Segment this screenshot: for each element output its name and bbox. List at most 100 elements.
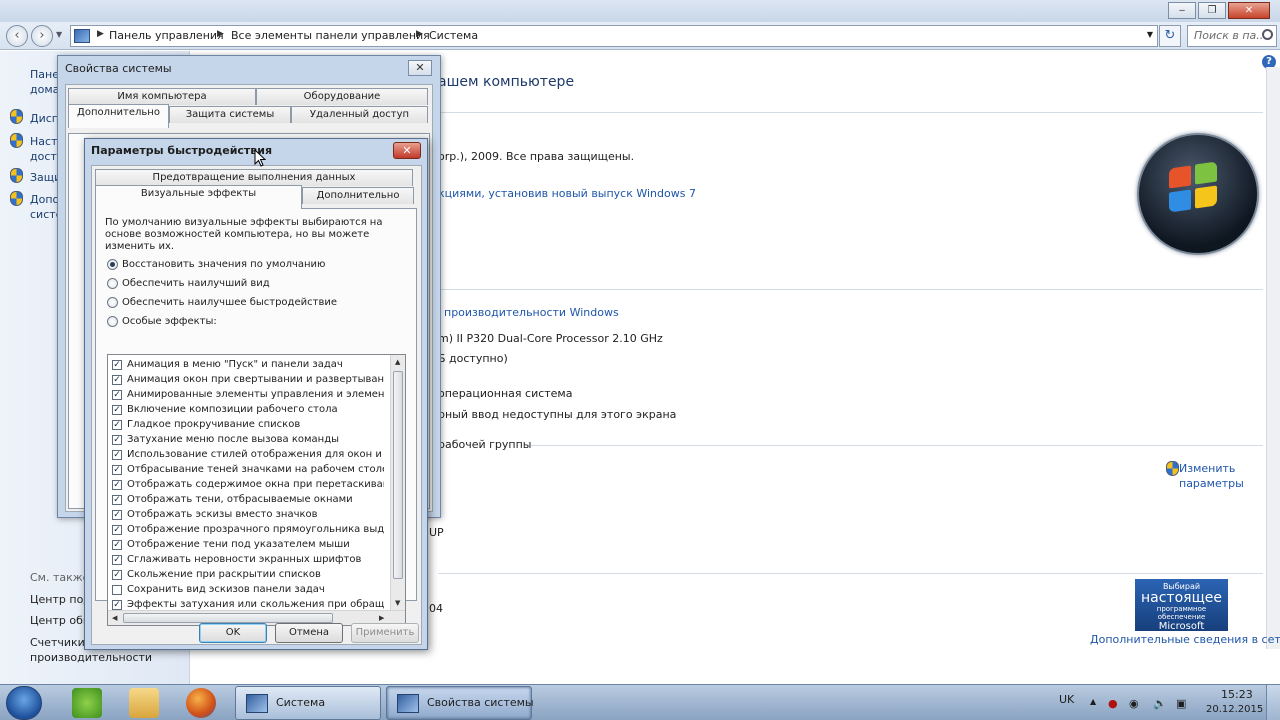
breadcrumb-separator-icon[interactable]: ▶ <box>416 29 423 39</box>
more-info-online-link[interactable]: Дополнительные сведения в сети... <box>1090 633 1280 646</box>
tray-app-icon[interactable]: ● <box>1108 697 1118 710</box>
anytime-upgrade-link[interactable]: кциями, установив новый выпуск Windows 7 <box>438 187 696 200</box>
start-button[interactable] <box>6 686 42 720</box>
checkbox[interactable]: ✓ <box>112 449 122 460</box>
radio-default[interactable]: Восстановить значения по умолчанию <box>107 256 325 272</box>
ok-button[interactable]: OK <box>199 623 267 643</box>
checkbox[interactable]: ✓ <box>112 509 122 520</box>
list-item[interactable]: ✓ Отображать содержимое окна при перетаск… <box>112 477 384 492</box>
utorrent-icon[interactable] <box>72 688 102 718</box>
recent-pages-dropdown-icon[interactable]: ▼ <box>56 30 62 39</box>
breadcrumb-separator-icon[interactable]: ▶ <box>217 29 224 39</box>
close-button[interactable]: ✕ <box>393 142 421 159</box>
radio-button[interactable] <box>107 277 118 289</box>
link-performance-counters-2[interactable]: производительности <box>30 651 152 664</box>
breadcrumb-system[interactable]: Система <box>429 29 478 42</box>
tab-visual-effects[interactable]: Визуальные эффекты <box>95 185 302 209</box>
radio-button[interactable] <box>107 296 118 308</box>
refresh-button[interactable]: ↻ <box>1159 25 1181 47</box>
minimize-button[interactable]: ‒ <box>1168 2 1196 19</box>
radio-custom[interactable]: Особые эффекты: <box>107 313 217 329</box>
checkbox[interactable]: ✓ <box>112 524 122 535</box>
list-item[interactable]: ✓ Отбрасывание теней значками на рабочем … <box>112 462 384 477</box>
list-item[interactable]: ✓ Включение композиции рабочего стола <box>112 402 384 417</box>
checkbox[interactable]: ✓ <box>112 434 122 445</box>
genuine-microsoft-badge[interactable]: Выбирай настоящее программное обеспечени… <box>1135 579 1228 632</box>
show-desktop-button[interactable] <box>1266 685 1280 720</box>
tab-computer-name[interactable]: Имя компьютера <box>68 88 256 105</box>
checkbox[interactable]: ✓ <box>112 464 122 475</box>
breadcrumb-control-panel[interactable]: Панель управления <box>109 29 224 42</box>
close-button[interactable]: ✕ <box>408 60 432 76</box>
task-system-properties[interactable]: Свойства системы <box>386 686 534 720</box>
link-action-center[interactable]: Центр под <box>30 593 91 606</box>
list-item[interactable]: ✓ Скольжение при раскрытии списков <box>112 567 384 582</box>
address-dropdown-icon[interactable]: ▼ <box>1147 30 1153 39</box>
list-item[interactable]: ✓ Гладкое прокручивание списков <box>112 417 384 432</box>
back-button[interactable]: ‹ <box>6 25 28 47</box>
checkbox[interactable]: ✓ <box>112 404 122 415</box>
firefox-icon[interactable] <box>186 688 216 718</box>
language-indicator[interactable]: UK <box>1059 693 1074 706</box>
checkbox[interactable]: ✓ <box>112 494 122 505</box>
checkbox[interactable]: ✓ <box>112 539 122 550</box>
clock-time[interactable]: 15:23 <box>1221 688 1253 701</box>
checkbox[interactable]: ✓ <box>112 389 122 400</box>
list-item[interactable]: ✓ Отображение тени под указателем мыши <box>112 537 384 552</box>
main-scrollbar[interactable] <box>1266 67 1280 649</box>
radio-button[interactable] <box>107 258 118 270</box>
forward-button[interactable]: › <box>31 25 53 47</box>
list-item[interactable]: ✓ Анимация окон при свертывании и разверт… <box>112 372 384 387</box>
breadcrumb-all-items[interactable]: Все элементы панели управления <box>231 29 430 42</box>
list-item[interactable]: ✓ Анимация в меню "Пуск" и панели задач <box>112 357 384 372</box>
tab-advanced[interactable]: Дополнительно <box>302 187 414 204</box>
tab-dep[interactable]: Предотвращение выполнения данных <box>95 169 413 186</box>
list-item[interactable]: ✓ Затухание меню после вызова команды <box>112 432 384 447</box>
list-item[interactable]: Сохранить вид эскизов панели задач <box>112 582 384 597</box>
address-bar[interactable]: ▶ Панель управления ▶ Все элементы панел… <box>70 25 1158 47</box>
maximize-button[interactable]: ❐ <box>1198 2 1226 19</box>
radio-button[interactable] <box>107 315 118 327</box>
volume-icon[interactable]: 🔈 <box>1153 697 1167 710</box>
tab-hardware[interactable]: Оборудование <box>256 88 428 105</box>
vertical-scrollbar[interactable]: ▲ ▼ <box>390 355 405 612</box>
radio-best-appearance[interactable]: Обеспечить наилучший вид <box>107 275 270 291</box>
task-system[interactable]: Система <box>235 686 381 720</box>
folder-icon[interactable] <box>129 688 159 718</box>
checkbox[interactable]: ✓ <box>112 599 122 610</box>
list-item[interactable]: ✓ Отображать эскизы вместо значков <box>112 507 384 522</box>
change-settings-link[interactable]: Изменить параметры <box>1179 461 1244 491</box>
search-icon[interactable] <box>1262 29 1273 40</box>
checkbox[interactable]: ✓ <box>112 554 122 565</box>
scroll-down-icon[interactable]: ▼ <box>395 599 400 607</box>
list-item[interactable]: ✓ Анимированные элементы управления и эле… <box>112 387 384 402</box>
search-input[interactable]: Поиск в па... <box>1187 25 1277 47</box>
link-windows-update[interactable]: Центр обн <box>30 614 90 627</box>
clock-date[interactable]: 20.12.2015 <box>1206 704 1263 715</box>
list-item[interactable]: ✓ Отображать тени, отбрасываемые окнами <box>112 492 384 507</box>
show-hidden-icons-icon[interactable]: ▲ <box>1090 697 1096 706</box>
scroll-thumb[interactable] <box>393 371 403 579</box>
performance-index-link[interactable]: производительности Windows <box>444 306 619 319</box>
effects-list[interactable]: ✓ Анимация в меню "Пуск" и панели задач ✓… <box>107 354 406 626</box>
scroll-thumb[interactable] <box>123 613 333 623</box>
network-icon[interactable]: ▣ <box>1176 697 1186 710</box>
checkbox[interactable]: ✓ <box>112 479 122 490</box>
cancel-button[interactable]: Отмена <box>275 623 343 643</box>
radio-best-performance[interactable]: Обеспечить наилучшее быстродействие <box>107 294 337 310</box>
checkbox[interactable]: ✓ <box>112 374 122 385</box>
checkbox[interactable] <box>112 584 122 595</box>
breadcrumb-separator-icon[interactable]: ▶ <box>97 29 104 39</box>
list-item[interactable]: ✓ Отображение прозрачного прямоугольника … <box>112 522 384 537</box>
tray-network-app-icon[interactable]: ◉ <box>1129 697 1139 710</box>
list-item[interactable]: ✓ Использование стилей отображения для ок… <box>112 447 384 462</box>
link-performance-counters[interactable]: Счетчики <box>30 636 85 649</box>
scroll-left-icon[interactable]: ◀ <box>112 614 117 622</box>
tab-system-protection[interactable]: Защита системы <box>169 106 291 123</box>
apply-button[interactable]: Применить <box>351 623 419 643</box>
checkbox[interactable]: ✓ <box>112 419 122 430</box>
scroll-up-icon[interactable]: ▲ <box>395 358 400 366</box>
list-item[interactable]: ✓ Сглаживать неровности экранных шрифтов <box>112 552 384 567</box>
checkbox[interactable]: ✓ <box>112 359 122 370</box>
tab-remote[interactable]: Удаленный доступ <box>291 106 428 123</box>
